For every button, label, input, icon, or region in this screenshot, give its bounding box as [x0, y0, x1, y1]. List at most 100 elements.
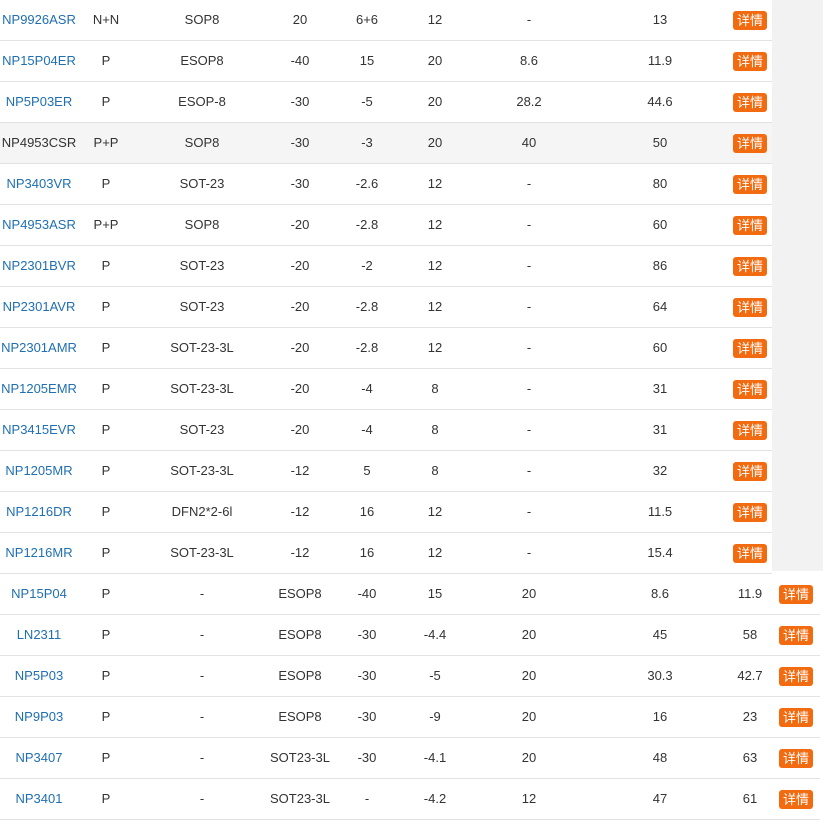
detail-button[interactable]: 详情: [733, 380, 767, 399]
cell-vgs: 20: [521, 668, 537, 683]
cell-vds: -20: [290, 381, 310, 396]
detail-button[interactable]: 详情: [733, 175, 767, 194]
model-link[interactable]: NP2301BVR: [0, 246, 78, 286]
table-row: NP5P03ER P ESOP-8 -30 -5 20 28.2 44.6 详情: [0, 82, 772, 123]
cell-rds45: 15.4: [647, 545, 673, 560]
cell-col3: -: [199, 791, 205, 806]
detail-button[interactable]: 详情: [779, 749, 813, 768]
cell-vds: -12: [290, 545, 310, 560]
cell-vds: -30: [357, 627, 377, 642]
model-link[interactable]: NP15P04ER: [0, 41, 78, 81]
cell-package: SOT-23-3L: [170, 463, 234, 478]
cell-rds10: 40: [521, 135, 537, 150]
model-link[interactable]: NP3401: [0, 779, 78, 819]
cell-polarity: P: [101, 381, 111, 396]
model-link[interactable]: NP3415EVR: [0, 410, 78, 450]
cell-id: 16: [359, 545, 375, 560]
cell-col3: -: [199, 586, 205, 601]
model-link[interactable]: NP3403VR: [0, 164, 78, 204]
detail-button[interactable]: 详情: [733, 339, 767, 358]
table-row: NP1216MR P SOT-23-3L -12 16 12 - 15.4 详情: [0, 533, 772, 574]
cell-package: ESOP8: [180, 53, 224, 68]
table-row: NP9926ASR N+N SOP8 20 6+6 12 - 13 详情: [0, 0, 772, 41]
cell-rds45: 11.9: [647, 53, 673, 68]
cell-vds: -40: [290, 53, 310, 68]
cell-rds10: 16: [652, 709, 668, 724]
cell-rds45: 44.6: [647, 94, 673, 109]
cell-polarity: P: [101, 94, 111, 109]
cell-package: ESOP8: [278, 586, 322, 601]
cell-vgs: 8: [431, 463, 439, 478]
model-link[interactable]: NP15P04: [0, 574, 78, 614]
cell-rds45: 11.5: [647, 504, 673, 519]
detail-button[interactable]: 详情: [733, 298, 767, 317]
detail-button[interactable]: 详情: [733, 421, 767, 440]
detail-button[interactable]: 详情: [733, 93, 767, 112]
cell-vgs: 20: [521, 750, 537, 765]
table-row: NP1205EMR P SOT-23-3L -20 -4 8 - 31 详情: [0, 369, 772, 410]
cell-rds10: -: [526, 504, 532, 519]
model-link[interactable]: NP5P03: [0, 656, 78, 696]
cell-polarity: P: [101, 791, 111, 806]
cell-vds: -20: [290, 258, 310, 273]
table-row: NP3415EVR P SOT-23 -20 -4 8 - 31 详情: [0, 410, 772, 451]
detail-button[interactable]: 详情: [733, 503, 767, 522]
detail-button[interactable]: 详情: [779, 790, 813, 809]
cell-id: -9: [429, 709, 441, 724]
cell-vds: -20: [290, 299, 310, 314]
cell-polarity: P: [101, 504, 111, 519]
detail-button[interactable]: 详情: [779, 667, 813, 686]
model-link[interactable]: NP2301AMR: [0, 328, 78, 368]
cell-vgs: 12: [427, 340, 443, 355]
cell-id: 6+6: [355, 12, 379, 27]
cell-rds10: 8.6: [650, 586, 670, 601]
cell-vgs: 12: [427, 299, 443, 314]
cell-id: -3: [361, 135, 373, 150]
model-link[interactable]: NP4953ASR: [0, 205, 78, 245]
table-row: NP1205MR P SOT-23-3L -12 5 8 - 32 详情: [0, 451, 772, 492]
detail-button[interactable]: 详情: [733, 544, 767, 563]
cell-vgs: 20: [521, 586, 537, 601]
model-link[interactable]: LN2311: [0, 615, 78, 655]
detail-button[interactable]: 详情: [733, 52, 767, 71]
table-row: NP2301AVR P SOT-23 -20 -2.8 12 - 64 详情: [0, 287, 772, 328]
table-row: NP5P03 P - ESOP8 -30 -5 20 30.3 42.7 详情: [0, 656, 820, 697]
cell-vds: -12: [290, 463, 310, 478]
cell-vds: -: [364, 791, 370, 806]
cell-package: ESOP8: [278, 627, 322, 642]
cell-vds: -30: [290, 135, 310, 150]
detail-button[interactable]: 详情: [779, 626, 813, 645]
detail-button[interactable]: 详情: [733, 216, 767, 235]
model-link[interactable]: NP9926ASR: [0, 0, 78, 40]
cell-package: SOP8: [184, 12, 220, 27]
cell-package: ESOP8: [278, 709, 322, 724]
model-link[interactable]: NP3407: [0, 738, 78, 778]
model-link[interactable]: NP1205MR: [0, 451, 78, 491]
detail-button[interactable]: 详情: [733, 462, 767, 481]
detail-button[interactable]: 详情: [779, 585, 813, 604]
cell-rds45: 58: [742, 627, 758, 642]
cell-polarity: P: [101, 422, 111, 437]
cell-vgs: 20: [427, 53, 443, 68]
detail-button[interactable]: 详情: [733, 257, 767, 276]
cell-vgs: 12: [427, 12, 443, 27]
cell-id: -2.8: [355, 299, 379, 314]
cell-package: SOP8: [184, 217, 220, 232]
detail-button[interactable]: 详情: [733, 134, 767, 153]
cell-vds: -12: [290, 504, 310, 519]
cell-rds45: 60: [652, 340, 668, 355]
model-link[interactable]: NP1205EMR: [0, 369, 78, 409]
cell-vds: -20: [290, 422, 310, 437]
model-link[interactable]: NP5P03ER: [0, 82, 78, 122]
cell-package: SOT-23-3L: [170, 381, 234, 396]
model-link[interactable]: NP1216MR: [0, 533, 78, 573]
detail-button[interactable]: 详情: [733, 11, 767, 30]
model-link[interactable]: NP9P03: [0, 697, 78, 737]
model-link[interactable]: NP2301AVR: [0, 287, 78, 327]
cell-rds10: 30.3: [647, 668, 673, 683]
detail-button[interactable]: 详情: [779, 708, 813, 727]
model-link[interactable]: NP1216DR: [0, 492, 78, 532]
cell-rds10: 45: [652, 627, 668, 642]
cell-rds45: 61: [742, 791, 758, 806]
cell-rds10: 48: [652, 750, 668, 765]
